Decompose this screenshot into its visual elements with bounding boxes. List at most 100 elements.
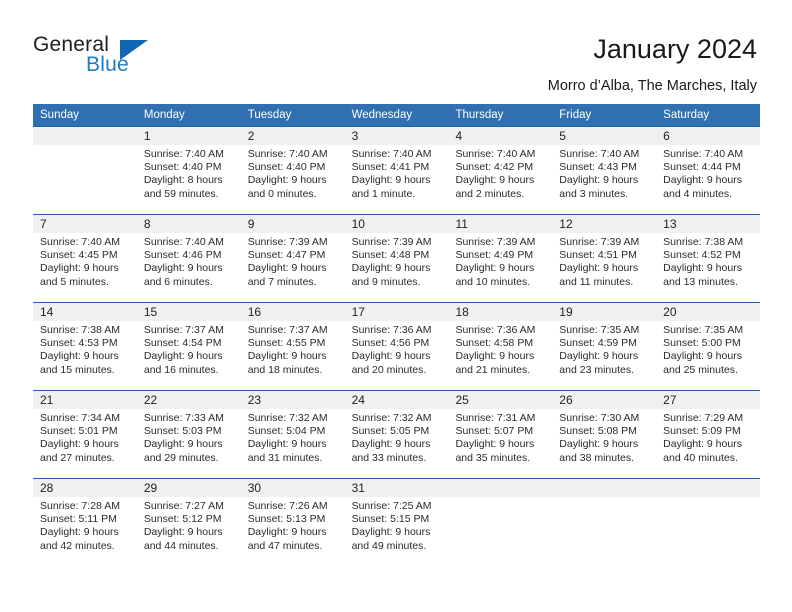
sunset-text: Sunset: 4:42 PM <box>455 161 534 174</box>
day-cell[interactable]: Sunrise: 7:40 AM Sunset: 4:43 PM Dayligh… <box>552 145 656 214</box>
sunrise-text: Sunrise: 7:31 AM <box>455 412 536 424</box>
day-cell[interactable]: Sunrise: 7:25 AM Sunset: 5:15 PM Dayligh… <box>345 497 449 566</box>
sunset-text: Sunset: 4:59 PM <box>559 337 637 350</box>
sunset-text: Sunset: 4:43 PM <box>559 161 637 174</box>
sunrise-text: Sunrise: 7:25 AM <box>351 500 432 512</box>
day-cell[interactable] <box>656 497 760 566</box>
day-number: 3 <box>351 129 359 143</box>
sunset-text: Sunset: 5:09 PM <box>663 425 741 438</box>
day-number: 13 <box>663 217 677 231</box>
day-cell[interactable]: Sunrise: 7:40 AM Sunset: 4:42 PM Dayligh… <box>448 145 552 214</box>
day-cell[interactable]: Sunrise: 7:32 AM Sunset: 5:04 PM Dayligh… <box>241 409 345 478</box>
day-cell[interactable] <box>448 497 552 566</box>
day-cell[interactable]: Sunrise: 7:28 AM Sunset: 5:11 PM Dayligh… <box>33 497 137 566</box>
day-cell[interactable] <box>33 145 137 214</box>
day-cell[interactable]: Sunrise: 7:39 AM Sunset: 4:48 PM Dayligh… <box>345 233 449 302</box>
day-cell[interactable]: Sunrise: 7:33 AM Sunset: 5:03 PM Dayligh… <box>137 409 241 478</box>
day-number: 30 <box>247 481 262 495</box>
day-number: 25 <box>455 393 469 407</box>
day-cell[interactable]: Sunrise: 7:35 AM Sunset: 5:00 PM Dayligh… <box>656 321 760 390</box>
daylight-text-line1: Daylight: 9 hours <box>455 350 535 363</box>
day-cell[interactable]: Sunrise: 7:40 AM Sunset: 4:46 PM Dayligh… <box>137 233 241 302</box>
sunset-text: Sunset: 4:55 PM <box>247 337 326 350</box>
day-body-row: Sunrise: 7:34 AM Sunset: 5:01 PM Dayligh… <box>33 409 760 478</box>
day-cell[interactable]: Sunrise: 7:36 AM Sunset: 4:56 PM Dayligh… <box>345 321 449 390</box>
daylight-text-line1: Daylight: 9 hours <box>143 438 223 451</box>
day-cell[interactable]: Sunrise: 7:31 AM Sunset: 5:07 PM Dayligh… <box>448 409 552 478</box>
day-cell[interactable]: Sunrise: 7:32 AM Sunset: 5:05 PM Dayligh… <box>345 409 449 478</box>
page-header: General Blue January 2024 Morro d’Alba, … <box>0 0 792 100</box>
day-cell[interactable]: Sunrise: 7:27 AM Sunset: 5:12 PM Dayligh… <box>137 497 241 566</box>
day-number: 19 <box>559 305 573 319</box>
day-cell[interactable]: Sunrise: 7:39 AM Sunset: 4:49 PM Dayligh… <box>448 233 552 302</box>
day-cell[interactable]: Sunrise: 7:26 AM Sunset: 5:13 PM Dayligh… <box>241 497 345 566</box>
day-number: 9 <box>247 217 255 231</box>
day-cell[interactable]: Sunrise: 7:29 AM Sunset: 5:09 PM Dayligh… <box>656 409 760 478</box>
sunrise-text: Sunrise: 7:40 AM <box>455 148 536 160</box>
sunrise-text: Sunrise: 7:37 AM <box>247 324 328 336</box>
daylight-text-line2: and 13 minutes. <box>663 275 738 288</box>
day-cell[interactable]: Sunrise: 7:38 AM Sunset: 4:52 PM Dayligh… <box>656 233 760 302</box>
daylight-text-line2: and 44 minutes. <box>143 539 219 552</box>
sunrise-text: Sunrise: 7:37 AM <box>143 324 224 336</box>
sunset-text: Sunset: 4:58 PM <box>455 337 534 350</box>
daylight-text-line2: and 3 minutes. <box>559 187 629 200</box>
sunset-text: Sunset: 5:07 PM <box>455 425 534 438</box>
day-number: 7 <box>40 217 47 231</box>
day-cell[interactable]: Sunrise: 7:37 AM Sunset: 4:55 PM Dayligh… <box>241 321 345 390</box>
day-cell[interactable]: Sunrise: 7:37 AM Sunset: 4:54 PM Dayligh… <box>137 321 241 390</box>
daylight-text-line2: and 11 minutes. <box>559 275 634 288</box>
day-number: 28 <box>40 481 54 495</box>
daylight-text-line1: Daylight: 9 hours <box>247 526 327 539</box>
daylight-text-line1: Daylight: 9 hours <box>455 262 535 275</box>
daylight-text-line2: and 29 minutes. <box>143 451 219 464</box>
day-cell[interactable] <box>552 497 656 566</box>
sunset-text: Sunset: 4:56 PM <box>351 337 430 350</box>
calendar-week-row: 7 8 9 10 11 12 13 Sunrise: 7:40 AM Sunse… <box>33 214 760 302</box>
day-body-row: Sunrise: 7:40 AM Sunset: 4:45 PM Dayligh… <box>33 233 760 302</box>
daylight-text-line2: and 47 minutes. <box>247 539 323 552</box>
sunrise-text: Sunrise: 7:33 AM <box>143 412 224 424</box>
daylight-text-line1: Daylight: 9 hours <box>143 350 223 363</box>
daylight-text-line1: Daylight: 9 hours <box>40 262 119 275</box>
day-number-band: 1 2 3 4 5 6 <box>33 127 760 145</box>
day-cell[interactable]: Sunrise: 7:40 AM Sunset: 4:45 PM Dayligh… <box>33 233 137 302</box>
day-number: 10 <box>351 217 365 231</box>
calendar-page: General Blue January 2024 Morro d’Alba, … <box>0 0 792 612</box>
day-number: 26 <box>559 393 573 407</box>
day-number: 2 <box>247 129 255 143</box>
daylight-text-line2: and 42 minutes. <box>40 539 115 552</box>
daylight-text-line2: and 49 minutes. <box>351 539 427 552</box>
sunrise-text: Sunrise: 7:28 AM <box>40 500 120 512</box>
day-number: 18 <box>455 305 469 319</box>
day-cell[interactable]: Sunrise: 7:40 AM Sunset: 4:40 PM Dayligh… <box>137 145 241 214</box>
day-cell[interactable]: Sunrise: 7:39 AM Sunset: 4:51 PM Dayligh… <box>552 233 656 302</box>
general-blue-logo[interactable]: General Blue <box>33 33 193 83</box>
sunset-text: Sunset: 4:44 PM <box>663 161 741 174</box>
day-cell[interactable]: Sunrise: 7:38 AM Sunset: 4:53 PM Dayligh… <box>33 321 137 390</box>
daylight-text-line2: and 15 minutes. <box>40 363 115 376</box>
daylight-text-line1: Daylight: 9 hours <box>351 174 431 187</box>
day-cell[interactable]: Sunrise: 7:35 AM Sunset: 4:59 PM Dayligh… <box>552 321 656 390</box>
daylight-text-line2: and 21 minutes. <box>455 363 531 376</box>
sunset-text: Sunset: 5:05 PM <box>351 425 430 438</box>
sunrise-text: Sunrise: 7:32 AM <box>351 412 432 424</box>
day-cell[interactable]: Sunrise: 7:34 AM Sunset: 5:01 PM Dayligh… <box>33 409 137 478</box>
day-cell[interactable]: Sunrise: 7:40 AM Sunset: 4:41 PM Dayligh… <box>345 145 449 214</box>
day-cell[interactable]: Sunrise: 7:39 AM Sunset: 4:47 PM Dayligh… <box>241 233 345 302</box>
calendar-grid: Sunday Monday Tuesday Wednesday Thursday… <box>33 104 760 566</box>
daylight-text-line1: Daylight: 9 hours <box>40 526 119 539</box>
day-number-band: 28 29 30 31 <box>33 479 760 497</box>
sunrise-text: Sunrise: 7:38 AM <box>663 236 744 248</box>
day-cell[interactable]: Sunrise: 7:30 AM Sunset: 5:08 PM Dayligh… <box>552 409 656 478</box>
weekday-header-thursday: Thursday <box>455 109 504 121</box>
sunset-text: Sunset: 4:41 PM <box>351 161 430 174</box>
day-cell[interactable]: Sunrise: 7:36 AM Sunset: 4:58 PM Dayligh… <box>448 321 552 390</box>
sunrise-text: Sunrise: 7:40 AM <box>247 148 328 160</box>
day-number: 21 <box>40 393 54 407</box>
daylight-text-line1: Daylight: 9 hours <box>351 526 431 539</box>
day-cell[interactable]: Sunrise: 7:40 AM Sunset: 4:40 PM Dayligh… <box>241 145 345 214</box>
day-number: 1 <box>143 129 151 143</box>
sunrise-text: Sunrise: 7:29 AM <box>663 412 744 424</box>
day-cell[interactable]: Sunrise: 7:40 AM Sunset: 4:44 PM Dayligh… <box>656 145 760 214</box>
